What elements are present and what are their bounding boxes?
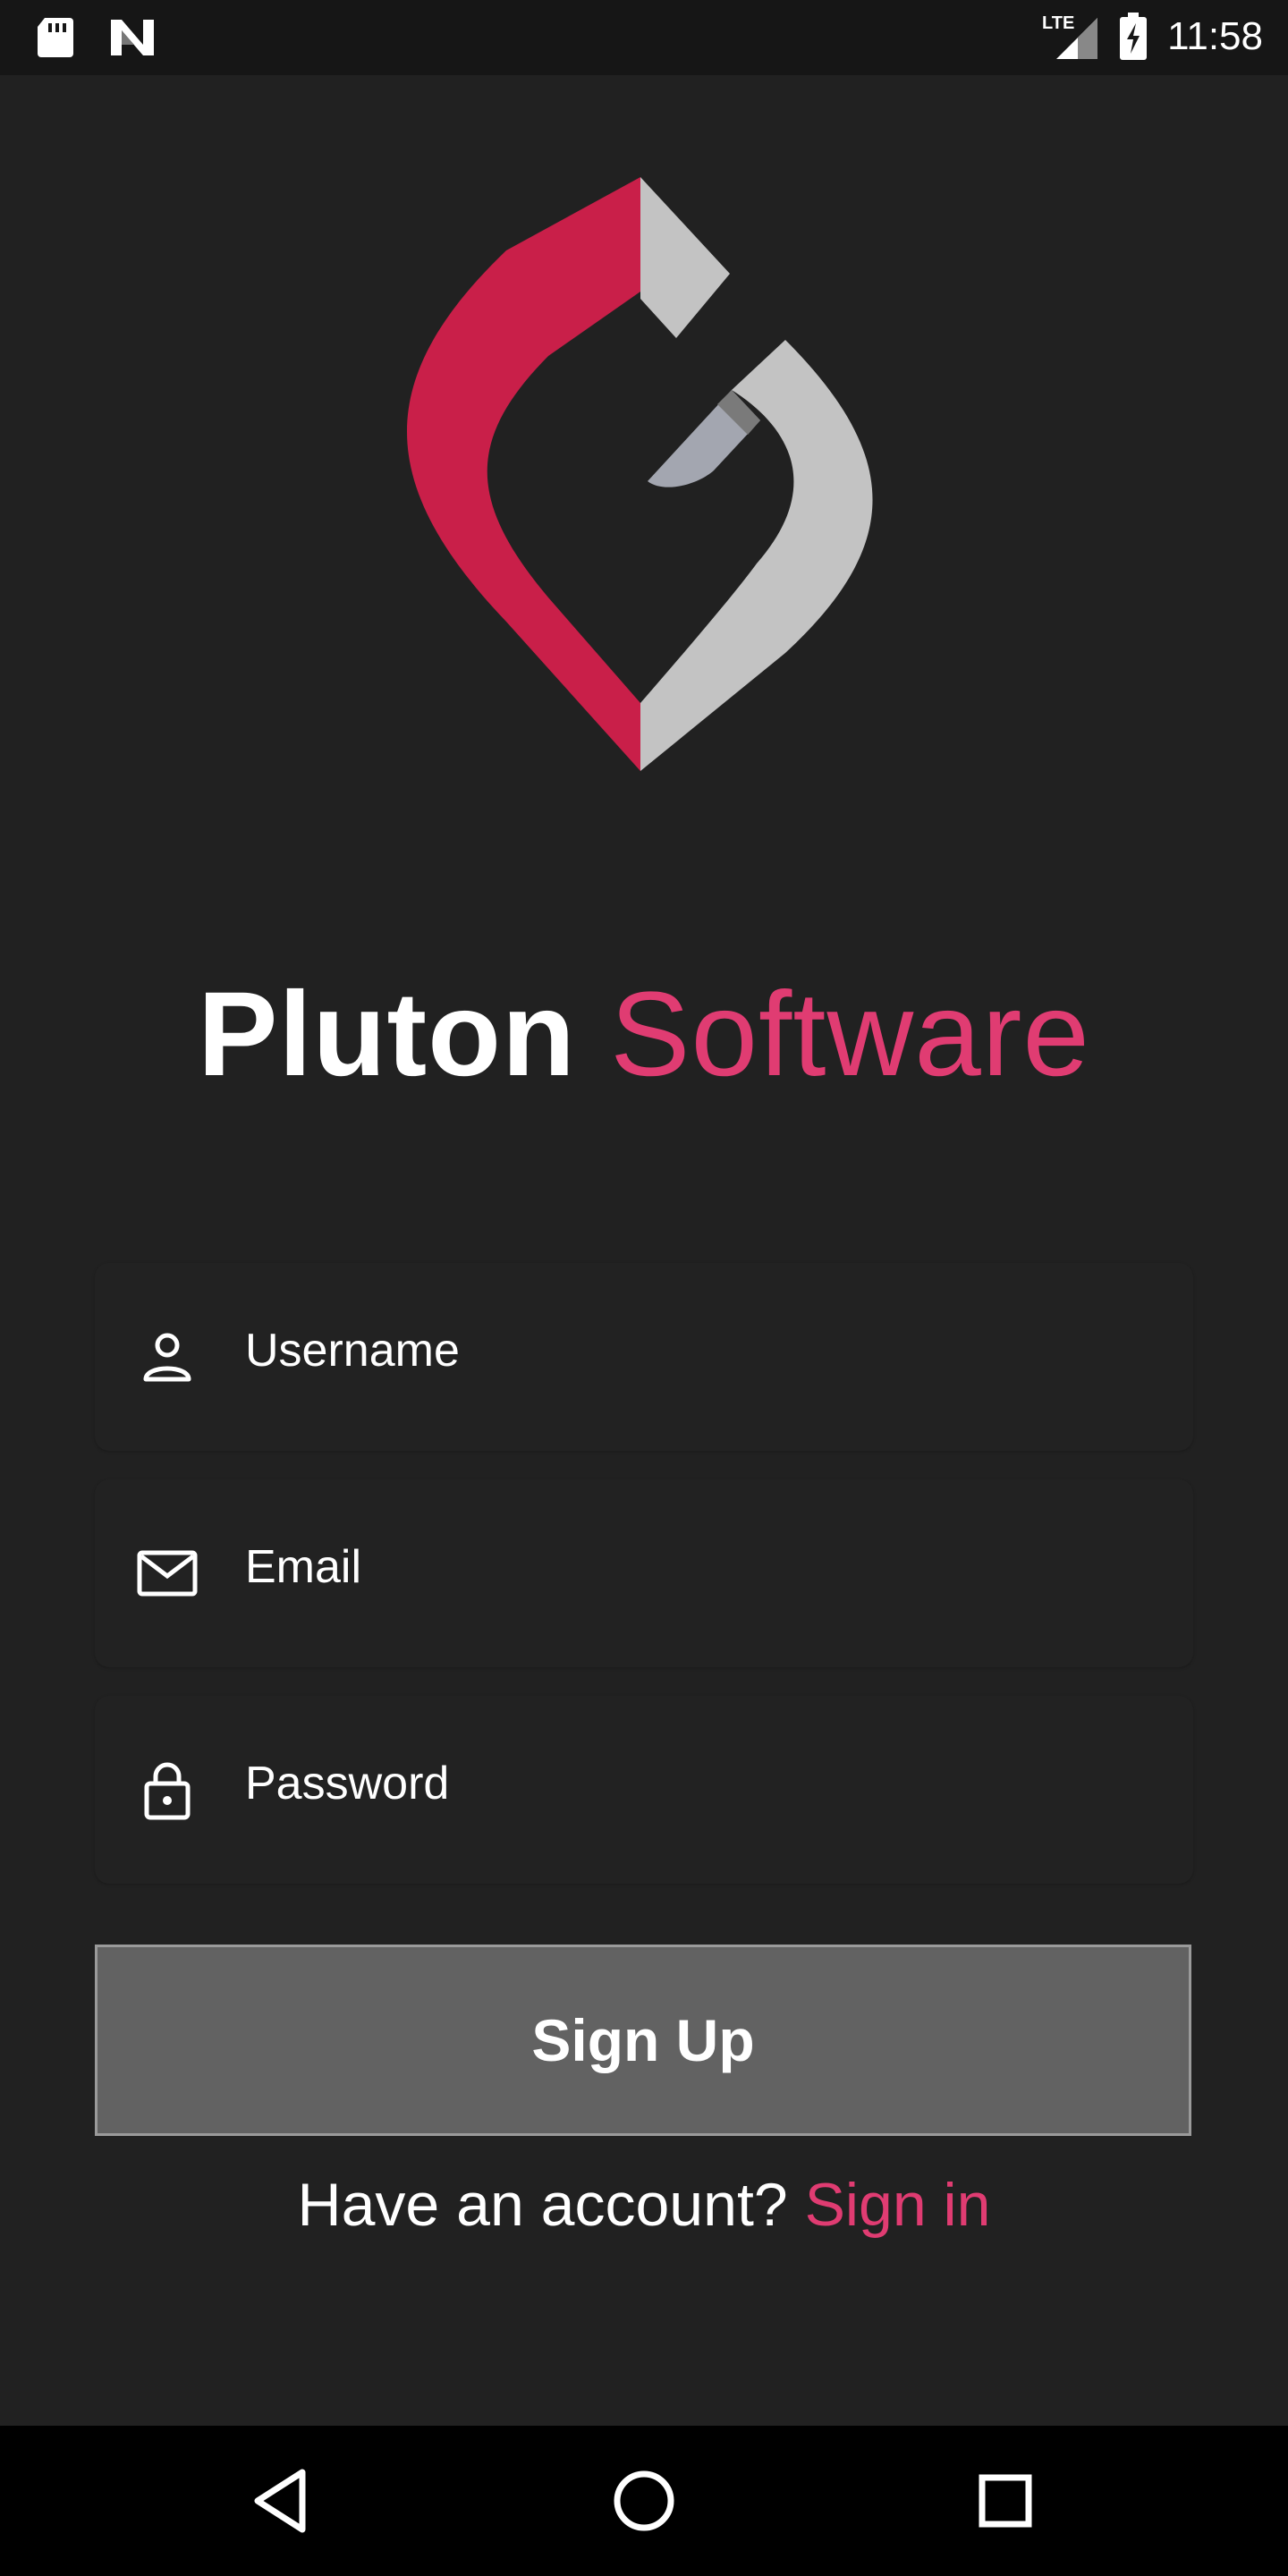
navigation-bar <box>0 2426 1288 2576</box>
person-icon <box>143 1333 191 1382</box>
network-type-label: LTE <box>1042 13 1074 33</box>
status-time: 11:58 <box>1167 14 1263 58</box>
signal-icon: LTE <box>1042 13 1098 59</box>
password-field[interactable]: Password <box>95 1696 1193 1884</box>
sign-up-button[interactable]: Sign Up <box>95 1945 1191 2136</box>
brand-title: Pluton Software <box>0 966 1288 1103</box>
n-notification-icon <box>111 20 154 55</box>
email-placeholder: Email <box>245 1541 362 1593</box>
sign-in-link[interactable]: Sign in <box>805 2171 991 2239</box>
recents-icon[interactable] <box>964 2460 1046 2542</box>
back-icon[interactable] <box>242 2460 324 2542</box>
username-placeholder: Username <box>245 1325 460 1377</box>
battery-charging-icon <box>1120 13 1148 60</box>
sd-card-icon <box>38 18 73 57</box>
home-icon[interactable] <box>603 2460 685 2542</box>
password-placeholder: Password <box>245 1758 450 1809</box>
status-bar: LTE 11:58 <box>0 0 1288 75</box>
mail-icon <box>137 1550 198 1597</box>
have-account-row: Have an account? Sign in <box>0 2170 1288 2240</box>
brand-name-accent: Software <box>610 968 1090 1101</box>
username-field[interactable]: Username <box>95 1263 1193 1451</box>
lock-icon <box>144 1762 191 1820</box>
have-account-prompt: Have an account? <box>297 2171 788 2239</box>
pluton-logo <box>407 177 873 771</box>
email-field[interactable]: Email <box>95 1479 1193 1667</box>
brand-name-primary: Pluton <box>198 968 576 1101</box>
